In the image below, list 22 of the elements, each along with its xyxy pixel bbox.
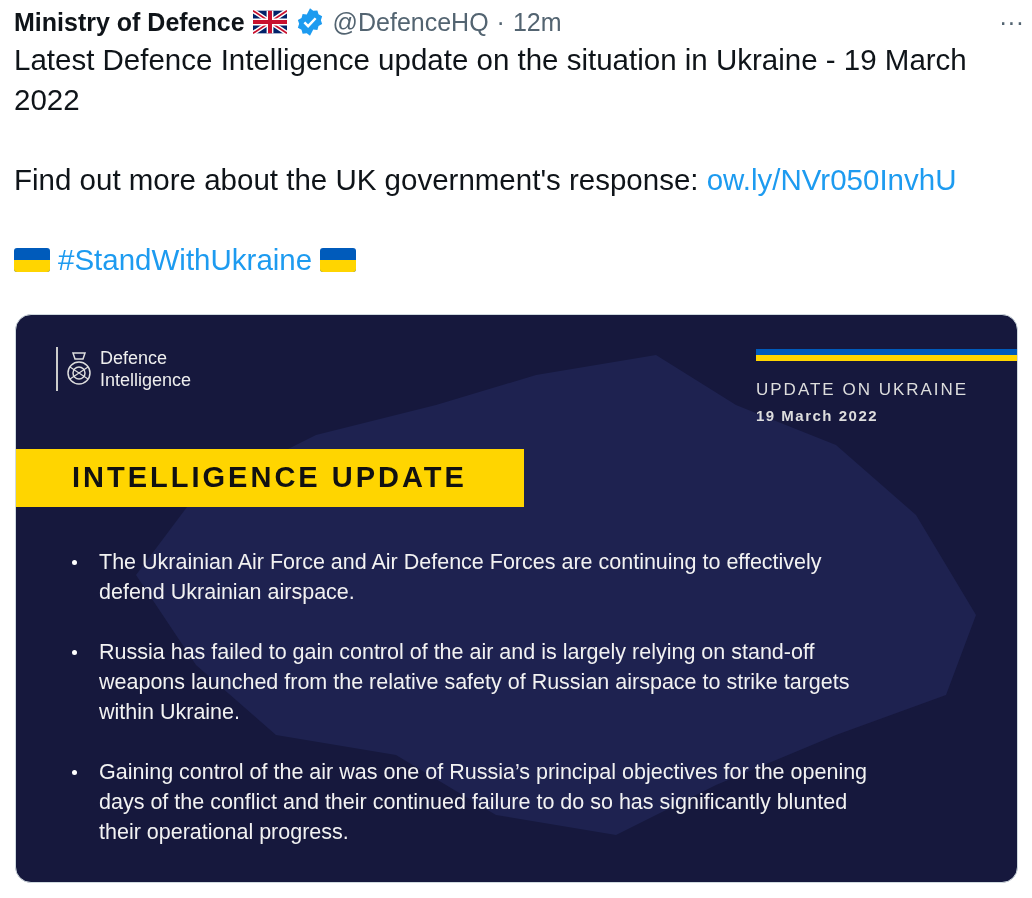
more-button[interactable]: ··· <box>999 4 1024 40</box>
banner-date: 19 March 2022 <box>756 405 880 426</box>
tweet-text: Find out more about the UK government's response: ow.ly/NVr050InvhU <box>14 162 958 198</box>
logo-text: Intelligence <box>100 369 192 391</box>
bullet-text: The Ukrainian Air Force and Air Defence Forces are continuing to effectively defend Ukrainian airspace. <box>99 549 823 606</box>
author-handle[interactable]: @DefenceHQ <box>332 4 489 40</box>
tweet-text: Latest Defence Intelligence update on the situation in Ukraine - 19 March 2022 <box>14 42 968 118</box>
separator: · <box>496 7 505 38</box>
bullet-icon <box>72 770 77 775</box>
bullet-text: Russia has failed to gain control of the air and is largely relying on stand-off weapons launched from the relative safety of Russian airspace to strike targets within Ukraine. <box>99 639 851 726</box>
infographic-card[interactable] <box>15 314 1018 883</box>
post-time[interactable]: 12m <box>512 4 562 40</box>
bullet-icon <box>72 560 77 565</box>
author-name[interactable]: Ministry of Defence <box>14 4 245 40</box>
banner-title: UPDATE ON UKRAINE <box>756 379 970 401</box>
heading-banner: INTELLIGENCE UPDATE <box>16 449 524 507</box>
bullet-text: Gaining control of the air was one of Russia’s principal objectives for the opening days of the conflict and their continued failure to do so has significantly blunted their operational progress. <box>99 759 869 846</box>
flag-icon <box>320 248 357 272</box>
bullet-icon <box>72 650 77 655</box>
flag-icon <box>252 10 287 34</box>
flag-icon <box>14 248 50 272</box>
logo-text: Defence <box>100 347 169 369</box>
